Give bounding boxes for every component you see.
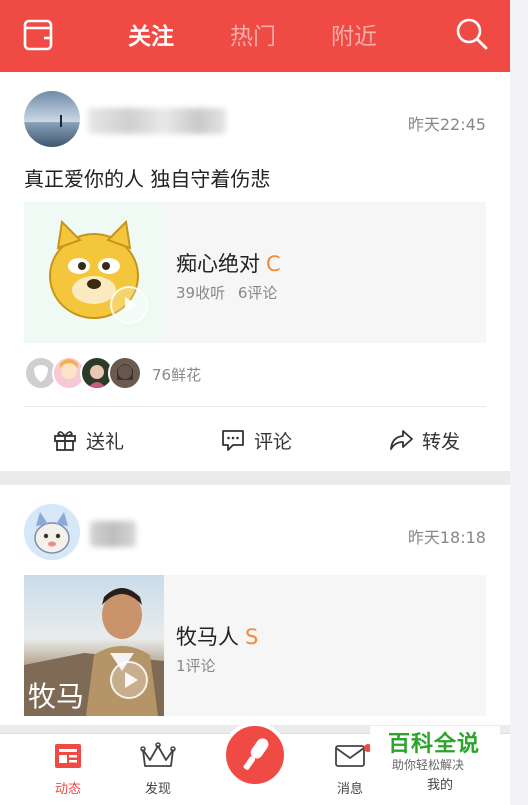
doge-emoji-image — [49, 219, 139, 319]
comment-icon — [222, 430, 244, 451]
flowers-row[interactable]: 76鲜花 — [24, 356, 486, 392]
song-meta: 39收听 6评论 — [176, 282, 277, 303]
song-grade: C — [266, 252, 281, 276]
watermark: 百科全说 助你轻松解决 — [370, 726, 500, 776]
nav-me-label: 我的 — [426, 778, 453, 793]
avatar[interactable] — [24, 504, 80, 560]
song-card[interactable]: 牧马 牧马人 S 1评论 — [24, 575, 486, 716]
post-text: 真正爱你的人 独自守着伤悲 — [24, 167, 271, 191]
mail-icon — [335, 745, 365, 767]
feed-card: 昨天18:18 牧马 牧马人 S 1评论 — [0, 485, 510, 725]
song-grade: S — [245, 625, 259, 649]
nav-discover[interactable]: 发现 — [128, 740, 188, 797]
play-icon[interactable] — [110, 661, 148, 699]
right-edge-strip — [510, 0, 528, 805]
nav-discover-label: 发现 — [144, 782, 171, 797]
search-icon[interactable] — [454, 16, 490, 52]
microphone-icon — [243, 738, 269, 770]
comment-label: 评论 — [254, 430, 293, 453]
play-icon[interactable] — [110, 286, 148, 324]
nav-feed-label: 动态 — [54, 782, 81, 797]
cover-text: 牧马 — [28, 680, 85, 713]
tab-popular[interactable]: 热门 — [230, 22, 276, 52]
song-cover — [24, 202, 164, 343]
feed-icon — [55, 744, 81, 768]
comment-button[interactable]: 评论 — [220, 426, 292, 454]
tab-following[interactable]: 关注 — [128, 22, 174, 52]
fan-avatar — [108, 356, 142, 390]
song-title-text: 牧马人 — [176, 625, 239, 649]
song-cover: 牧马 — [24, 575, 164, 716]
divider — [24, 406, 486, 407]
top-header: 关注 热门 附近 — [0, 0, 510, 72]
header-tabs: 关注 热门 附近 — [0, 0, 510, 72]
post-time: 昨天22:45 — [407, 115, 486, 134]
nav-messages-label: 消息 — [336, 782, 363, 797]
gift-icon — [54, 431, 76, 451]
song-meta: 1评论 — [176, 655, 216, 676]
username-blurred — [90, 521, 136, 547]
share-button[interactable]: 转发 — [388, 426, 460, 454]
flower-count: 76鲜花 — [152, 366, 202, 384]
song-title: 痴心绝对 C — [176, 248, 281, 278]
song-title: 牧马人 S — [176, 621, 258, 651]
share-label: 转发 — [422, 430, 461, 453]
nav-feed[interactable]: 动态 — [38, 740, 98, 797]
song-title-text: 痴心绝对 — [176, 252, 260, 276]
song-card[interactable]: 痴心绝对 C 39收听 6评论 — [24, 202, 486, 343]
share-icon — [390, 430, 413, 450]
song-comments: 1评论 — [176, 657, 216, 675]
post-time: 昨天18:18 — [407, 528, 486, 547]
song-comments: 6评论 — [237, 284, 278, 302]
feed-card: 昨天22:45 真正爱你的人 独自守着伤悲 痴心绝对 C 39收听 6评论 76… — [0, 72, 510, 471]
gift-label: 送礼 — [86, 430, 125, 453]
song-listens: 39收听 — [176, 284, 226, 302]
tab-nearby[interactable]: 附近 — [331, 22, 377, 52]
gift-button[interactable]: 送礼 — [52, 426, 124, 454]
watermark-subtitle: 助你轻松解决 — [392, 758, 465, 772]
record-button[interactable] — [222, 722, 288, 788]
username-blurred — [88, 108, 226, 134]
avatar[interactable] — [24, 91, 80, 147]
watermark-title: 百科全说 — [388, 732, 481, 757]
app-screen: 关注 热门 附近 昨天22:45 真正爱你的人 独自守着伤悲 痴心绝对 C 39… — [0, 0, 510, 805]
crown-icon — [140, 742, 176, 767]
